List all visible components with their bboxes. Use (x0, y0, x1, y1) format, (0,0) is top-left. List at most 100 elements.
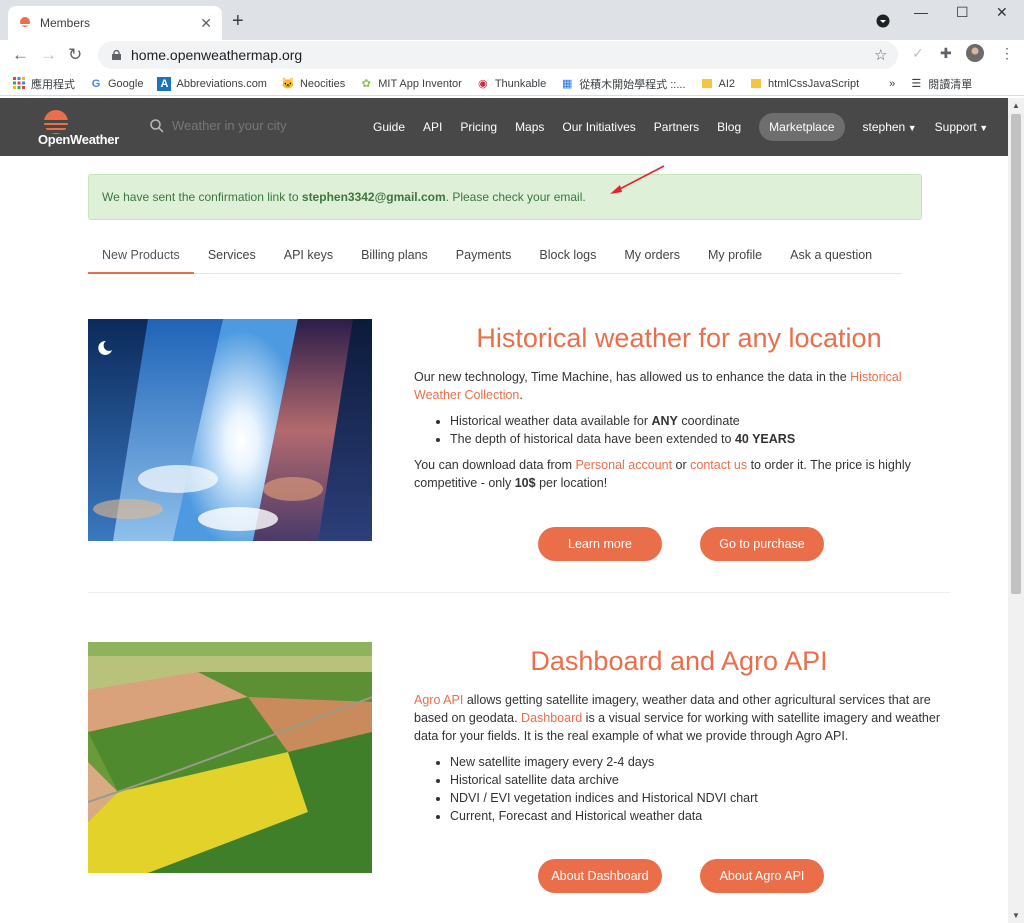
bookmark-htmlcssjs[interactable]: htmlCssJavaScript (749, 77, 859, 91)
bookmark-neocities[interactable]: 🐱 Neocities (281, 77, 345, 91)
profile-menu-icon[interactable] (876, 14, 890, 31)
reading-list-button[interactable]: ☰ 閱讀清單 (909, 76, 972, 92)
section-divider (88, 592, 950, 593)
nav-api[interactable]: API (423, 120, 442, 134)
section-title: Historical weather for any location (476, 323, 882, 353)
nav-blog[interactable]: Blog (717, 120, 741, 134)
bookmark-google[interactable]: G Google (89, 77, 144, 91)
close-tab-icon[interactable]: ✕ (200, 15, 212, 32)
extensions-puzzle-icon[interactable]: ✚ (940, 45, 952, 62)
maximize-icon[interactable]: ☐ (956, 4, 969, 21)
agro-api-link[interactable]: Agro API (414, 693, 463, 707)
page-scrollbar[interactable]: ▲ ▼ (1008, 98, 1024, 923)
bookmark-star-icon[interactable]: ☆ (874, 46, 887, 64)
openweather-logo[interactable]: OpenWeather (38, 106, 124, 148)
tab-billing-plans[interactable]: Billing plans (347, 236, 442, 274)
tab-payments[interactable]: Payments (442, 236, 526, 274)
tab-my-orders[interactable]: My orders (610, 236, 694, 274)
search-icon (150, 118, 164, 133)
more-bookmarks-button[interactable]: » (889, 78, 895, 90)
feature-list: New satellite imagery every 2-4 days His… (450, 753, 944, 825)
browser-tab[interactable]: Members ✕ (8, 6, 222, 40)
text: The depth of historical data have been e… (450, 432, 735, 446)
bookmark-abbreviations[interactable]: A Abbreviations.com (157, 76, 267, 91)
red-arrow-annotation-icon (610, 165, 665, 194)
logo-text: OpenWeather (38, 132, 119, 147)
text: ANY (651, 414, 678, 428)
openweather-favicon-icon (19, 17, 31, 27)
main-nav: Guide API Pricing Maps Our Initiatives P… (373, 98, 1006, 156)
window-close-icon[interactable]: ✕ (996, 4, 1008, 21)
nav-pricing[interactable]: Pricing (460, 120, 497, 134)
scroll-down-icon[interactable]: ▼ (1012, 911, 1020, 920)
tab-my-profile[interactable]: My profile (694, 236, 776, 274)
city-search-input[interactable] (172, 118, 322, 133)
bookmark-label: 從積木開始學程式 ::... (579, 78, 686, 91)
support-label: Support (934, 120, 977, 134)
about-agro-api-button[interactable]: About Agro API (700, 859, 824, 893)
learn-more-button[interactable]: Learn more (538, 527, 662, 561)
tab-api-keys[interactable]: API keys (270, 236, 347, 274)
tab-new-products[interactable]: New Products (88, 236, 194, 274)
google-icon: G (91, 77, 101, 90)
account-tabs: New Products Services API keys Billing p… (88, 236, 902, 274)
thunkable-icon: ◉ (478, 77, 488, 90)
nav-maps[interactable]: Maps (515, 120, 544, 134)
intro-paragraph: Our new technology, Time Machine, has al… (414, 368, 944, 404)
section-title: Dashboard and Agro API (530, 646, 828, 676)
new-tab-icon[interactable]: + (232, 11, 244, 31)
nav-partners[interactable]: Partners (654, 120, 699, 134)
farmland-aerial-image (88, 642, 372, 873)
personal-account-link[interactable]: Personal account (575, 458, 672, 472)
bookmark-thunkable[interactable]: ◉ Thunkable (476, 77, 546, 91)
bookmark-apps[interactable]: 應用程式 (12, 76, 75, 92)
bookmark-app-inventor[interactable]: ✿ MIT App Inventor (359, 77, 462, 91)
text: 10$ (514, 476, 536, 490)
bookmark-label: Abbreviations.com (176, 77, 267, 90)
text: 40 YEARS (734, 432, 796, 446)
tab-ask-a-question[interactable]: Ask a question (776, 236, 886, 274)
avatar[interactable] (966, 44, 984, 67)
text: per location! (535, 476, 608, 490)
list-item: Historical satellite data archive (450, 771, 944, 789)
historical-weather-text: Historical weather for any location Our … (414, 319, 944, 492)
back-icon[interactable]: ← (12, 45, 29, 65)
tab-services[interactable]: Services (194, 236, 270, 274)
nav-guide[interactable]: Guide (373, 120, 405, 134)
check-extension-icon[interactable]: ✓ (912, 45, 924, 62)
sky-collage-image (88, 319, 372, 541)
bookmark-label: Thunkable (494, 77, 547, 90)
text: coordinate (677, 414, 740, 428)
page-viewport: OpenWeather Guide API Pricing Maps Our I… (0, 98, 1008, 923)
menu-kebab-icon[interactable]: ⋮ (1000, 45, 1014, 62)
nav-marketplace-button[interactable]: Marketplace (759, 113, 845, 141)
bookmark-label: MIT App Inventor (378, 77, 462, 90)
neocities-cat-icon: 🐱 (281, 77, 295, 90)
about-dashboard-button[interactable]: About Dashboard (538, 859, 662, 893)
list-item: Current, Forecast and Historical weather… (450, 807, 944, 825)
nav-our-initiatives[interactable]: Our Initiatives (562, 120, 635, 134)
reload-icon[interactable]: ↻ (68, 45, 82, 65)
minimize-icon[interactable]: — (914, 4, 928, 20)
tab-title: Members (40, 16, 91, 30)
tab-block-logs[interactable]: Block logs (525, 236, 610, 274)
bookmark-label: Google (108, 77, 144, 90)
nav-support-menu[interactable]: Support ▼ (935, 120, 988, 134)
caret-down-icon: ▼ (976, 123, 989, 133)
text: Our new technology, Time Machine, has al… (414, 370, 851, 384)
dashboard-agro-text: Dashboard and Agro API Agro API allows g… (414, 642, 944, 833)
scrollbar-thumb[interactable] (1011, 114, 1021, 594)
bookmark-label: 應用程式 (31, 78, 75, 91)
bookmark-ai2[interactable]: AI2 (700, 77, 735, 91)
nav-user-menu[interactable]: stephen ▼ (863, 120, 917, 134)
bookmark-blocks[interactable]: ▦ 從積木開始學程式 ::... (560, 76, 686, 92)
dashboard-link[interactable]: Dashboard (521, 711, 582, 725)
historical-buttons: Learn more Go to purchase (538, 527, 824, 561)
text: . (519, 388, 523, 402)
go-to-purchase-button[interactable]: Go to purchase (700, 527, 824, 561)
forward-icon[interactable]: → (40, 45, 57, 65)
address-bar[interactable]: home.openweathermap.org ☆ (98, 41, 898, 69)
abbreviations-icon: A (157, 76, 172, 91)
scroll-up-icon[interactable]: ▲ (1012, 101, 1020, 110)
contact-us-link[interactable]: contact us (690, 458, 747, 472)
